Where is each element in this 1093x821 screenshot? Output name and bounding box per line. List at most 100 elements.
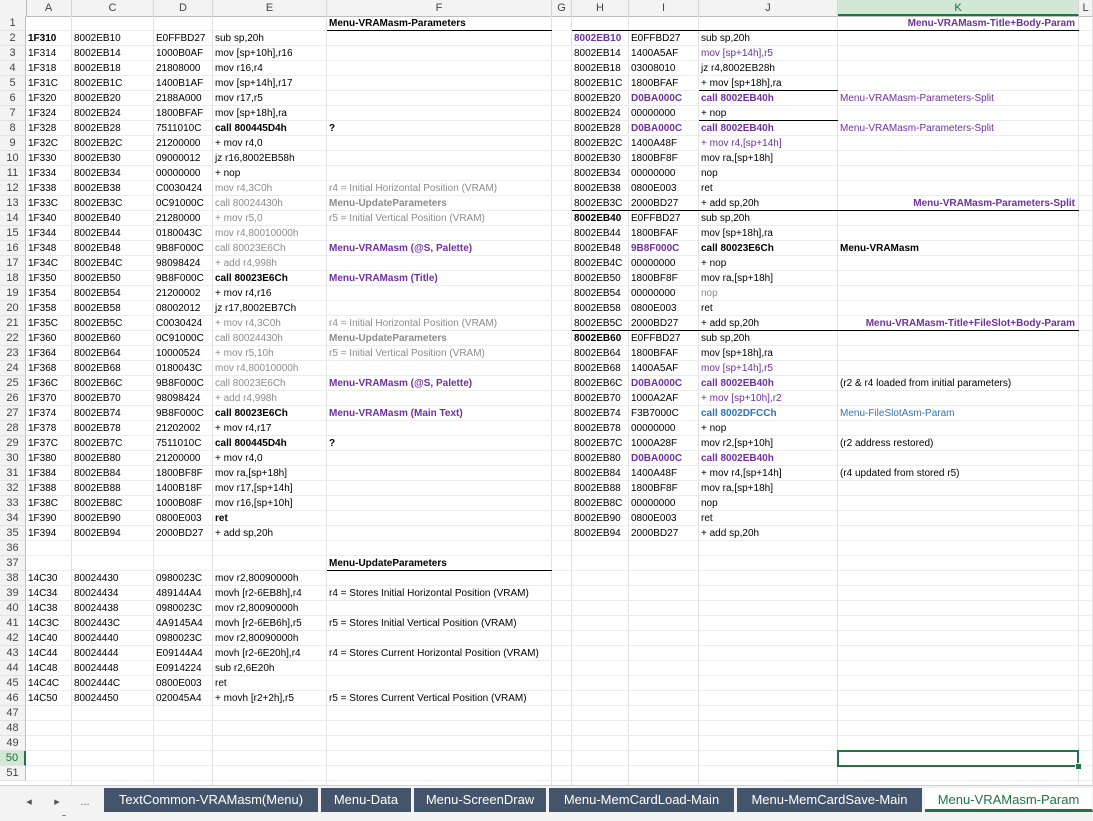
cell-f41[interactable]: r5 = Stores Initial Vertical Position (V…	[329, 616, 517, 631]
cell-i8[interactable]: D0BA000C	[631, 121, 682, 136]
cell-d3[interactable]: 1000B0AF	[156, 46, 203, 61]
cell-e41[interactable]: movh [r2-6EB6h],r5	[215, 616, 302, 631]
cell-j9[interactable]: + mov r4,[sp+14h]	[701, 136, 782, 151]
cell-h29[interactable]: 8002EB7C	[574, 436, 622, 451]
cell-a26[interactable]: 1F370	[28, 391, 56, 406]
cell-c40[interactable]: 80024438	[74, 601, 119, 616]
cell-a19[interactable]: 1F354	[28, 286, 56, 301]
cell-c33[interactable]: 8002EB8C	[74, 496, 122, 511]
cell-c42[interactable]: 80024440	[74, 631, 119, 646]
cell-c29[interactable]: 8002EB7C	[74, 436, 122, 451]
row-header[interactable]: 29	[0, 436, 26, 451]
cell-i4[interactable]: 03008010	[631, 61, 676, 76]
cell-a5[interactable]: 1F31C	[28, 76, 58, 91]
row-header[interactable]: 36	[0, 541, 26, 556]
cell-j35[interactable]: + add sp,20h	[701, 526, 759, 541]
cell-h34[interactable]: 8002EB90	[574, 511, 621, 526]
cell-i17[interactable]: 00000000	[631, 256, 676, 271]
cell-i35[interactable]: 2000BD27	[631, 526, 678, 541]
cell-h15[interactable]: 8002EB44	[574, 226, 621, 241]
cell-a46[interactable]: 14C50	[28, 691, 57, 706]
cell-i25[interactable]: D0BA000C	[631, 376, 682, 391]
cell-a31[interactable]: 1F384	[28, 466, 56, 481]
cell-i22[interactable]: E0FFBD27	[631, 331, 680, 346]
row-header[interactable]: 18	[0, 271, 26, 286]
row-header[interactable]: 9	[0, 136, 26, 151]
cell-a25[interactable]: 1F36C	[28, 376, 58, 391]
cell-d2[interactable]: E0FFBD27	[156, 31, 205, 46]
cell-f1[interactable]: Menu-VRAMasm-Parameters	[329, 16, 466, 31]
cell-e20[interactable]: jz r17,8002EB7Ch	[215, 301, 296, 316]
cell-i6[interactable]: D0BA000C	[631, 91, 682, 106]
row-header[interactable]: 33	[0, 496, 26, 511]
cell-i24[interactable]: 1400A5AF	[631, 361, 678, 376]
row-header[interactable]: 49	[0, 736, 26, 751]
cell-a44[interactable]: 14C48	[28, 661, 57, 676]
cell-a4[interactable]: 1F318	[28, 61, 56, 76]
cell-d31[interactable]: 1800BF8F	[156, 466, 203, 481]
cell-i30[interactable]: D0BA000C	[631, 451, 682, 466]
cell-j11[interactable]: nop	[701, 166, 718, 181]
cell-h20[interactable]: 8002EB58	[574, 301, 621, 316]
cell-h30[interactable]: 8002EB80	[574, 451, 621, 466]
cell-a21[interactable]: 1F35C	[28, 316, 58, 331]
cell-a12[interactable]: 1F338	[28, 181, 56, 196]
cell-a15[interactable]: 1F344	[28, 226, 56, 241]
cell-h24[interactable]: 8002EB68	[574, 361, 621, 376]
row-header[interactable]: 28	[0, 421, 26, 436]
row-header[interactable]: 5	[0, 76, 26, 91]
cell-d44[interactable]: E0914224	[156, 661, 202, 676]
cell-f37[interactable]: Menu-UpdateParameters	[329, 556, 447, 571]
cell-f27[interactable]: Menu-VRAMasm (Main Text)	[329, 406, 463, 421]
row-header[interactable]: 44	[0, 661, 26, 676]
cell-i21[interactable]: 2000BD27	[631, 316, 678, 331]
cell-e11[interactable]: + nop	[215, 166, 240, 181]
cell-j21[interactable]: + add sp,20h	[701, 316, 759, 331]
cell-e33[interactable]: mov r16,[sp+10h]	[215, 496, 293, 511]
cell-e45[interactable]: ret	[215, 676, 227, 691]
row-header[interactable]: 19	[0, 286, 26, 301]
cell-j25[interactable]: call 8002EB40h	[701, 376, 774, 391]
cell-k6[interactable]: Menu-VRAMasm-Parameters-Split	[840, 91, 994, 106]
cell-h6[interactable]: 8002EB20	[574, 91, 621, 106]
column-header-g[interactable]: G	[552, 0, 572, 16]
cell-c28[interactable]: 8002EB78	[74, 421, 121, 436]
cell-i5[interactable]: 1800BFAF	[631, 76, 678, 91]
cell-h21[interactable]: 8002EB5C	[574, 316, 622, 331]
cell-a9[interactable]: 1F32C	[28, 136, 58, 151]
column-header-l[interactable]: L	[1079, 0, 1093, 16]
sheet-tab-active[interactable]: Menu-VRAMasm-Param	[925, 788, 1093, 812]
cell-j16[interactable]: call 80023E6Ch	[701, 241, 774, 256]
cell-c14[interactable]: 8002EB40	[74, 211, 121, 226]
cell-a27[interactable]: 1F374	[28, 406, 56, 421]
row-header[interactable]: 47	[0, 706, 26, 721]
cell-d34[interactable]: 0800E003	[156, 511, 202, 526]
cell-e9[interactable]: + mov r4,0	[215, 136, 263, 151]
cell-e32[interactable]: mov r17,[sp+14h]	[215, 481, 293, 496]
cell-j5[interactable]: + mov [sp+18h],ra	[701, 76, 782, 91]
row-header[interactable]: 13	[0, 196, 26, 211]
cell-d21[interactable]: C0030424	[156, 316, 202, 331]
cell-f13[interactable]: Menu-UpdateParameters	[329, 196, 447, 211]
row-header[interactable]: 42	[0, 631, 26, 646]
row-header[interactable]: 10	[0, 151, 26, 166]
cell-i14[interactable]: E0FFBD27	[631, 211, 680, 226]
cell-e10[interactable]: jz r16,8002EB58h	[215, 151, 295, 166]
cell-i15[interactable]: 1800BFAF	[631, 226, 678, 241]
cell-e15[interactable]: mov r4,80010000h	[215, 226, 298, 241]
cell-c6[interactable]: 8002EB20	[74, 91, 121, 106]
row-header[interactable]: 32	[0, 481, 26, 496]
cell-j31[interactable]: + mov r4,[sp+14h]	[701, 466, 782, 481]
cell-c3[interactable]: 8002EB14	[74, 46, 121, 61]
cell-a6[interactable]: 1F320	[28, 91, 56, 106]
cell-a14[interactable]: 1F340	[28, 211, 56, 226]
cell-j7[interactable]: + nop	[701, 106, 726, 121]
row-header[interactable]: 34	[0, 511, 26, 526]
cell-e35[interactable]: + add sp,20h	[215, 526, 273, 541]
cell-a23[interactable]: 1F364	[28, 346, 56, 361]
row-header[interactable]: 45	[0, 676, 26, 691]
cell-f12[interactable]: r4 = Initial Horizontal Position (VRAM)	[329, 181, 497, 196]
cell-a38[interactable]: 14C30	[28, 571, 57, 586]
cell-j13[interactable]: + add sp,20h	[701, 196, 759, 211]
column-header-c[interactable]: C	[72, 0, 154, 16]
